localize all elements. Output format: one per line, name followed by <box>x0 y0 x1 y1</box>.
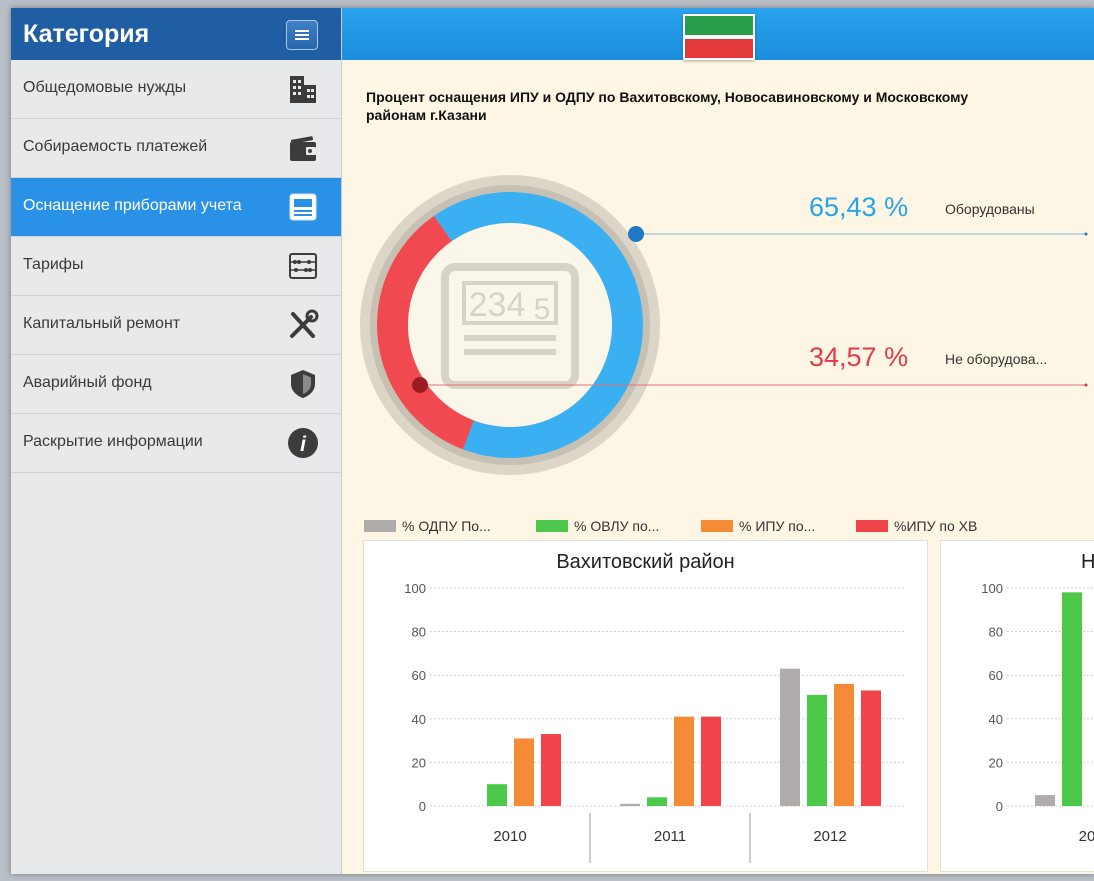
bar[interactable] <box>620 803 640 806</box>
y-tick-label: 40 <box>989 712 1003 727</box>
sidebar-title: Категория <box>23 20 150 48</box>
sidebar-item-label: Тарифы <box>23 256 84 273</box>
info-icon: i <box>285 425 321 461</box>
bar[interactable] <box>807 694 827 806</box>
main-content: Процент оснащения ИПУ и ОДПУ по Вахитовс… <box>342 60 1094 874</box>
legend-swatch <box>364 520 396 532</box>
y-tick-label: 0 <box>996 799 1003 814</box>
building-icon <box>285 71 321 107</box>
bar-chart: 0 20 40 60 80 100 2010 2011 2012 <box>404 581 906 863</box>
legend-swatch <box>701 520 733 532</box>
legend-item[interactable]: % ОДПУ По... <box>364 518 491 534</box>
category-list: Общедомовые нужды Собираемость платежей … <box>11 60 341 473</box>
y-tick-label: 20 <box>989 755 1003 770</box>
sidebar-item-capital-repair[interactable]: Капитальный ремонт <box>11 296 341 355</box>
sidebar-item-common-house[interactable]: Общедомовые нужды <box>11 60 341 119</box>
bar[interactable] <box>1062 592 1082 806</box>
district-chart-panel-2: Н 0 20 40 60 80 100 20 <box>940 540 1094 872</box>
app-window: Категория Общедомовые нужды Собираемость… <box>11 8 1094 874</box>
sidebar-item-emergency-fund[interactable]: Аварийный фонд <box>11 355 341 414</box>
sidebar-item-label: Раскрытие информации <box>23 433 203 450</box>
sidebar-item-meters[interactable]: Оснащение приборами учета <box>11 178 341 237</box>
bar[interactable] <box>1035 795 1055 806</box>
sidebar-item-label: Капитальный ремонт <box>23 315 181 332</box>
district-chart-panel: Вахитовский район 0 20 40 60 80 100 2010 2011 20… <box>363 540 928 872</box>
sidebar-header: Категория <box>11 8 341 60</box>
legend-label: %ИПУ по ХВ <box>894 518 978 534</box>
bar[interactable] <box>541 734 561 806</box>
bar[interactable] <box>861 690 881 806</box>
sidebar-item-label: Оснащение приборами учета <box>23 197 242 214</box>
y-tick-label: 100 <box>404 581 426 596</box>
legend-swatch <box>536 520 568 532</box>
bar[interactable] <box>514 738 534 806</box>
x-tick-label: 2012 <box>813 828 846 845</box>
bar[interactable] <box>834 683 854 806</box>
sidebar-item-tariffs[interactable]: Тарифы <box>11 237 341 296</box>
tatarstan-flag-icon <box>683 14 755 60</box>
x-tick-label: 20 <box>1079 828 1094 845</box>
x-tick-label: 2011 <box>654 828 686 845</box>
abacus-icon <box>285 248 321 284</box>
not-equipped-marker <box>412 377 428 393</box>
equipped-percent: 65,43 % <box>809 192 909 222</box>
legend-item[interactable]: % ОВЛУ по... <box>536 518 659 534</box>
bar[interactable] <box>674 716 694 806</box>
legend-label: % ИПУ по... <box>739 518 816 534</box>
sidebar-item-info-disclosure[interactable]: Раскрытие информации i <box>11 414 341 473</box>
equipped-marker <box>628 226 644 242</box>
y-tick-label: 100 <box>981 581 1003 596</box>
y-tick-label: 20 <box>412 755 426 770</box>
wallet-icon <box>285 130 321 166</box>
sidebar-item-payments[interactable]: Собираемость платежей <box>11 119 341 178</box>
y-tick-label: 60 <box>989 668 1003 683</box>
legend-swatch <box>856 520 888 532</box>
legend-item[interactable]: %ИПУ по ХВ <box>856 518 977 534</box>
bar[interactable] <box>780 668 800 806</box>
menu-button[interactable] <box>286 20 318 50</box>
y-tick-label: 0 <box>419 799 426 814</box>
tools-icon <box>285 307 321 343</box>
not-equipped-percent: 34,57 % <box>809 342 909 372</box>
not-equipped-label: Не оборудова... <box>945 351 1048 367</box>
legend-item[interactable]: % ИПУ по... <box>701 518 815 534</box>
bar[interactable] <box>647 797 667 806</box>
sidebar-item-label: Собираемость платежей <box>23 138 208 155</box>
shield-icon <box>285 366 321 402</box>
sidebar-item-label: Общедомовые нужды <box>23 79 187 96</box>
hamburger-icon <box>295 30 309 40</box>
legend-label: % ОДПУ По... <box>402 518 491 534</box>
sidebar-item-label: Аварийный фонд <box>23 374 152 391</box>
x-tick-label: 2010 <box>493 828 526 845</box>
y-tick-label: 80 <box>412 625 426 640</box>
sidebar: Категория Общедомовые нужды Собираемость… <box>11 8 342 874</box>
y-tick-label: 40 <box>412 712 426 727</box>
top-bar <box>342 8 1094 60</box>
bar[interactable] <box>487 784 507 806</box>
y-tick-label: 60 <box>412 668 426 683</box>
bar[interactable] <box>701 716 721 806</box>
equipped-label: Оборудованы <box>945 201 1035 217</box>
meter-icon <box>285 189 321 225</box>
bar-chart-2: 0 20 40 60 80 100 20 <box>981 581 1094 845</box>
donut-leader-lines <box>412 226 1088 393</box>
legend-label: % ОВЛУ по... <box>574 518 660 534</box>
y-tick-label: 80 <box>989 625 1003 640</box>
